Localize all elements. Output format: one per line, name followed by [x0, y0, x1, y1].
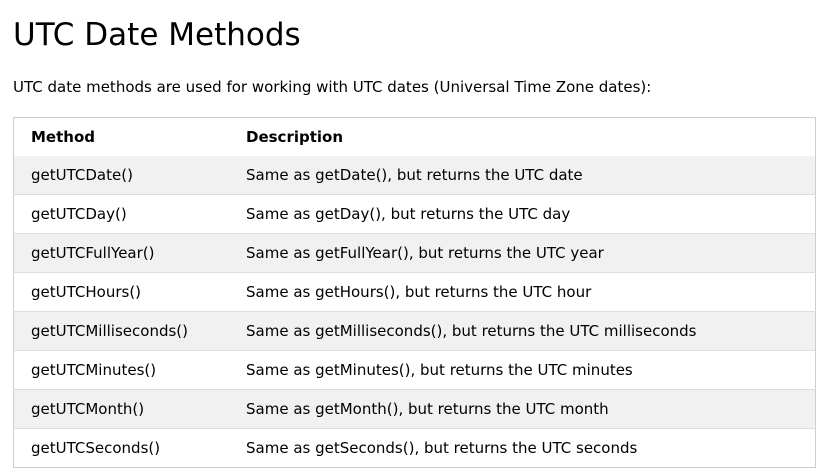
method-cell: getUTCMonth()	[31, 400, 145, 418]
method-cell: getUTCHours()	[31, 283, 142, 301]
method-cell: getUTCMilliseconds()	[31, 322, 188, 340]
description-cell: Same as getHours(), but returns the UTC …	[246, 283, 592, 301]
table-row: getUTCDate() Same as getDate(), but retu…	[13, 156, 816, 195]
table-row: getUTCDay() Same as getDay(), but return…	[13, 194, 816, 234]
method-cell: getUTCFullYear()	[31, 244, 155, 262]
method-cell: getUTCMinutes()	[31, 361, 157, 379]
header-description: Description	[246, 128, 344, 146]
table-row: getUTCMilliseconds() Same as getMillisec…	[13, 311, 816, 351]
utc-methods-table-container: Method Description getUTCDate() Same as …	[13, 117, 816, 468]
description-cell: Same as getSeconds(), but returns the UT…	[246, 439, 638, 457]
description-cell: Same as getDate(), but returns the UTC d…	[246, 166, 583, 184]
method-cell: getUTCDate()	[31, 166, 133, 184]
page-title: UTC Date Methods	[13, 17, 301, 53]
description-cell: Same as getDay(), but returns the UTC da…	[246, 205, 571, 223]
method-cell: getUTCDay()	[31, 205, 127, 223]
method-cell: getUTCSeconds()	[31, 439, 161, 457]
description-cell: Same as getMonth(), but returns the UTC …	[246, 400, 609, 418]
utc-methods-table: Method Description getUTCDate() Same as …	[13, 117, 816, 468]
table-row: getUTCHours() Same as getHours(), but re…	[13, 272, 816, 312]
table-row: getUTCSeconds() Same as getSeconds(), bu…	[13, 428, 816, 468]
table-header-row: Method Description	[14, 118, 816, 157]
description-cell: Same as getMinutes(), but returns the UT…	[246, 361, 633, 379]
header-method: Method	[31, 128, 95, 146]
table-row: getUTCMonth() Same as getMonth(), but re…	[13, 389, 816, 429]
description-cell: Same as getFullYear(), but returns the U…	[246, 244, 604, 262]
intro-text: UTC date methods are used for working wi…	[13, 78, 652, 96]
description-cell: Same as getMilliseconds(), but returns t…	[246, 322, 697, 340]
table-row: getUTCFullYear() Same as getFullYear(), …	[13, 233, 816, 273]
table-row: getUTCMinutes() Same as getMinutes(), bu…	[13, 350, 816, 390]
